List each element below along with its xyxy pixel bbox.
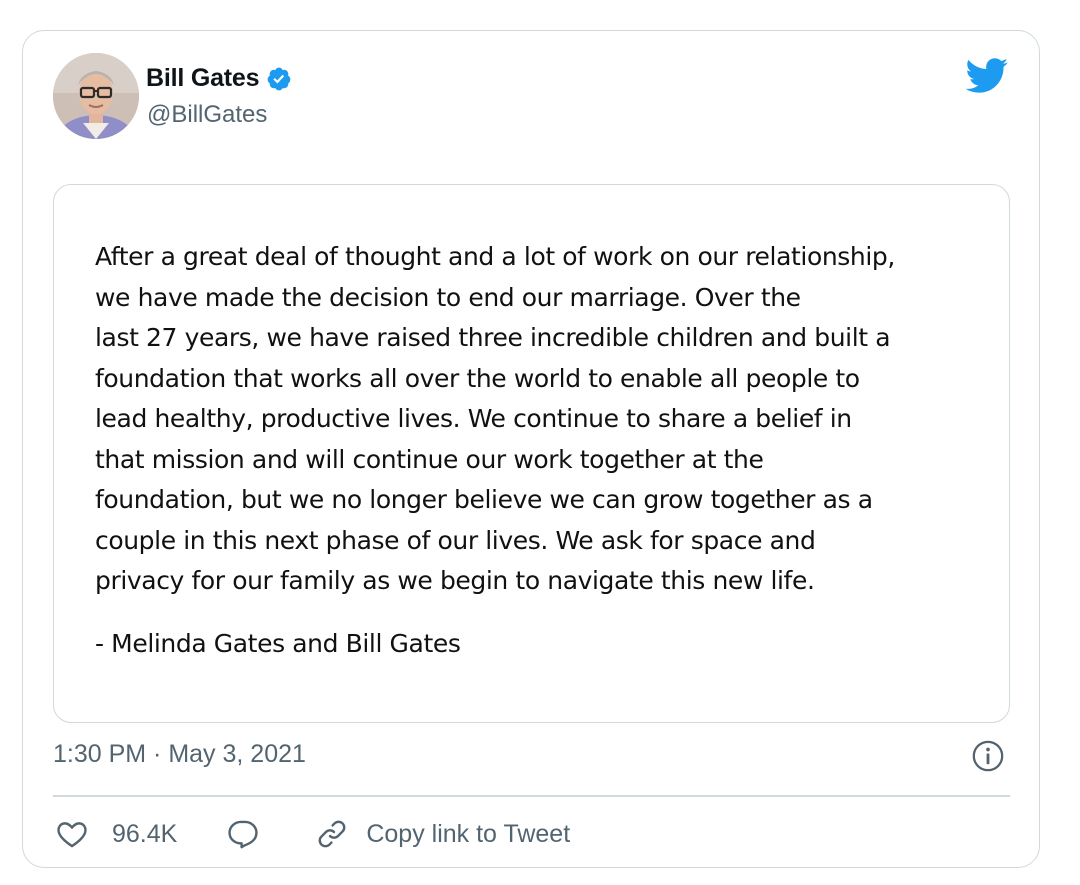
statement-line: lead healthy, productive lives. We conti… — [95, 404, 852, 433]
link-icon — [318, 820, 346, 848]
avatar[interactable] — [53, 53, 139, 139]
author-handle[interactable]: @BillGates — [147, 101, 267, 129]
copy-link-label: Copy link to Tweet — [366, 819, 571, 848]
statement-line: that mission and will continue our work … — [95, 444, 764, 474]
verified-badge-icon — [267, 67, 291, 90]
statement-line: foundation that works all over the world… — [95, 363, 860, 393]
statement-line: last 27 years, we have raised three incr… — [95, 323, 891, 352]
statement-line: we have made the decision to end our mar… — [95, 282, 801, 312]
avatar-image — [53, 53, 139, 139]
twitter-bird-icon[interactable] — [965, 58, 1009, 94]
copy-link-button[interactable]: Copy link to Tweet — [315, 817, 570, 851]
like-button[interactable]: 96.4K — [55, 817, 177, 851]
quoted-statement-box: After a great deal of thought and a lot … — [53, 184, 1010, 723]
like-count: 96.4K — [112, 819, 178, 848]
action-bar: 96.4K Copy link to Tweet — [53, 811, 570, 857]
statement-line: couple in this next phase of our lives. … — [95, 525, 816, 555]
statement-line: foundation, but we no longer believe we … — [95, 485, 873, 514]
statement-signature: - Melinda Gates and Bill Gates — [95, 628, 461, 658]
author-display-name[interactable]: Bill Gates — [146, 64, 260, 93]
reply-button[interactable] — [226, 817, 260, 851]
author-name-row[interactable]: Bill Gates — [146, 64, 292, 93]
tweet-card: Bill Gates @BillGates After a great deal… — [22, 30, 1040, 868]
reply-bubble-icon — [228, 820, 259, 849]
statement-text: After a great deal of thought and a lot … — [95, 237, 995, 664]
info-icon[interactable] — [971, 739, 1005, 773]
statement-line: privacy for our family as we begin to na… — [95, 566, 815, 595]
statement-line: After a great deal of thought and a lot … — [95, 242, 895, 271]
divider — [53, 795, 1010, 797]
tweet-timestamp[interactable]: 1:30 PM · May 3, 2021 — [53, 740, 306, 769]
heart-icon — [57, 822, 87, 848]
